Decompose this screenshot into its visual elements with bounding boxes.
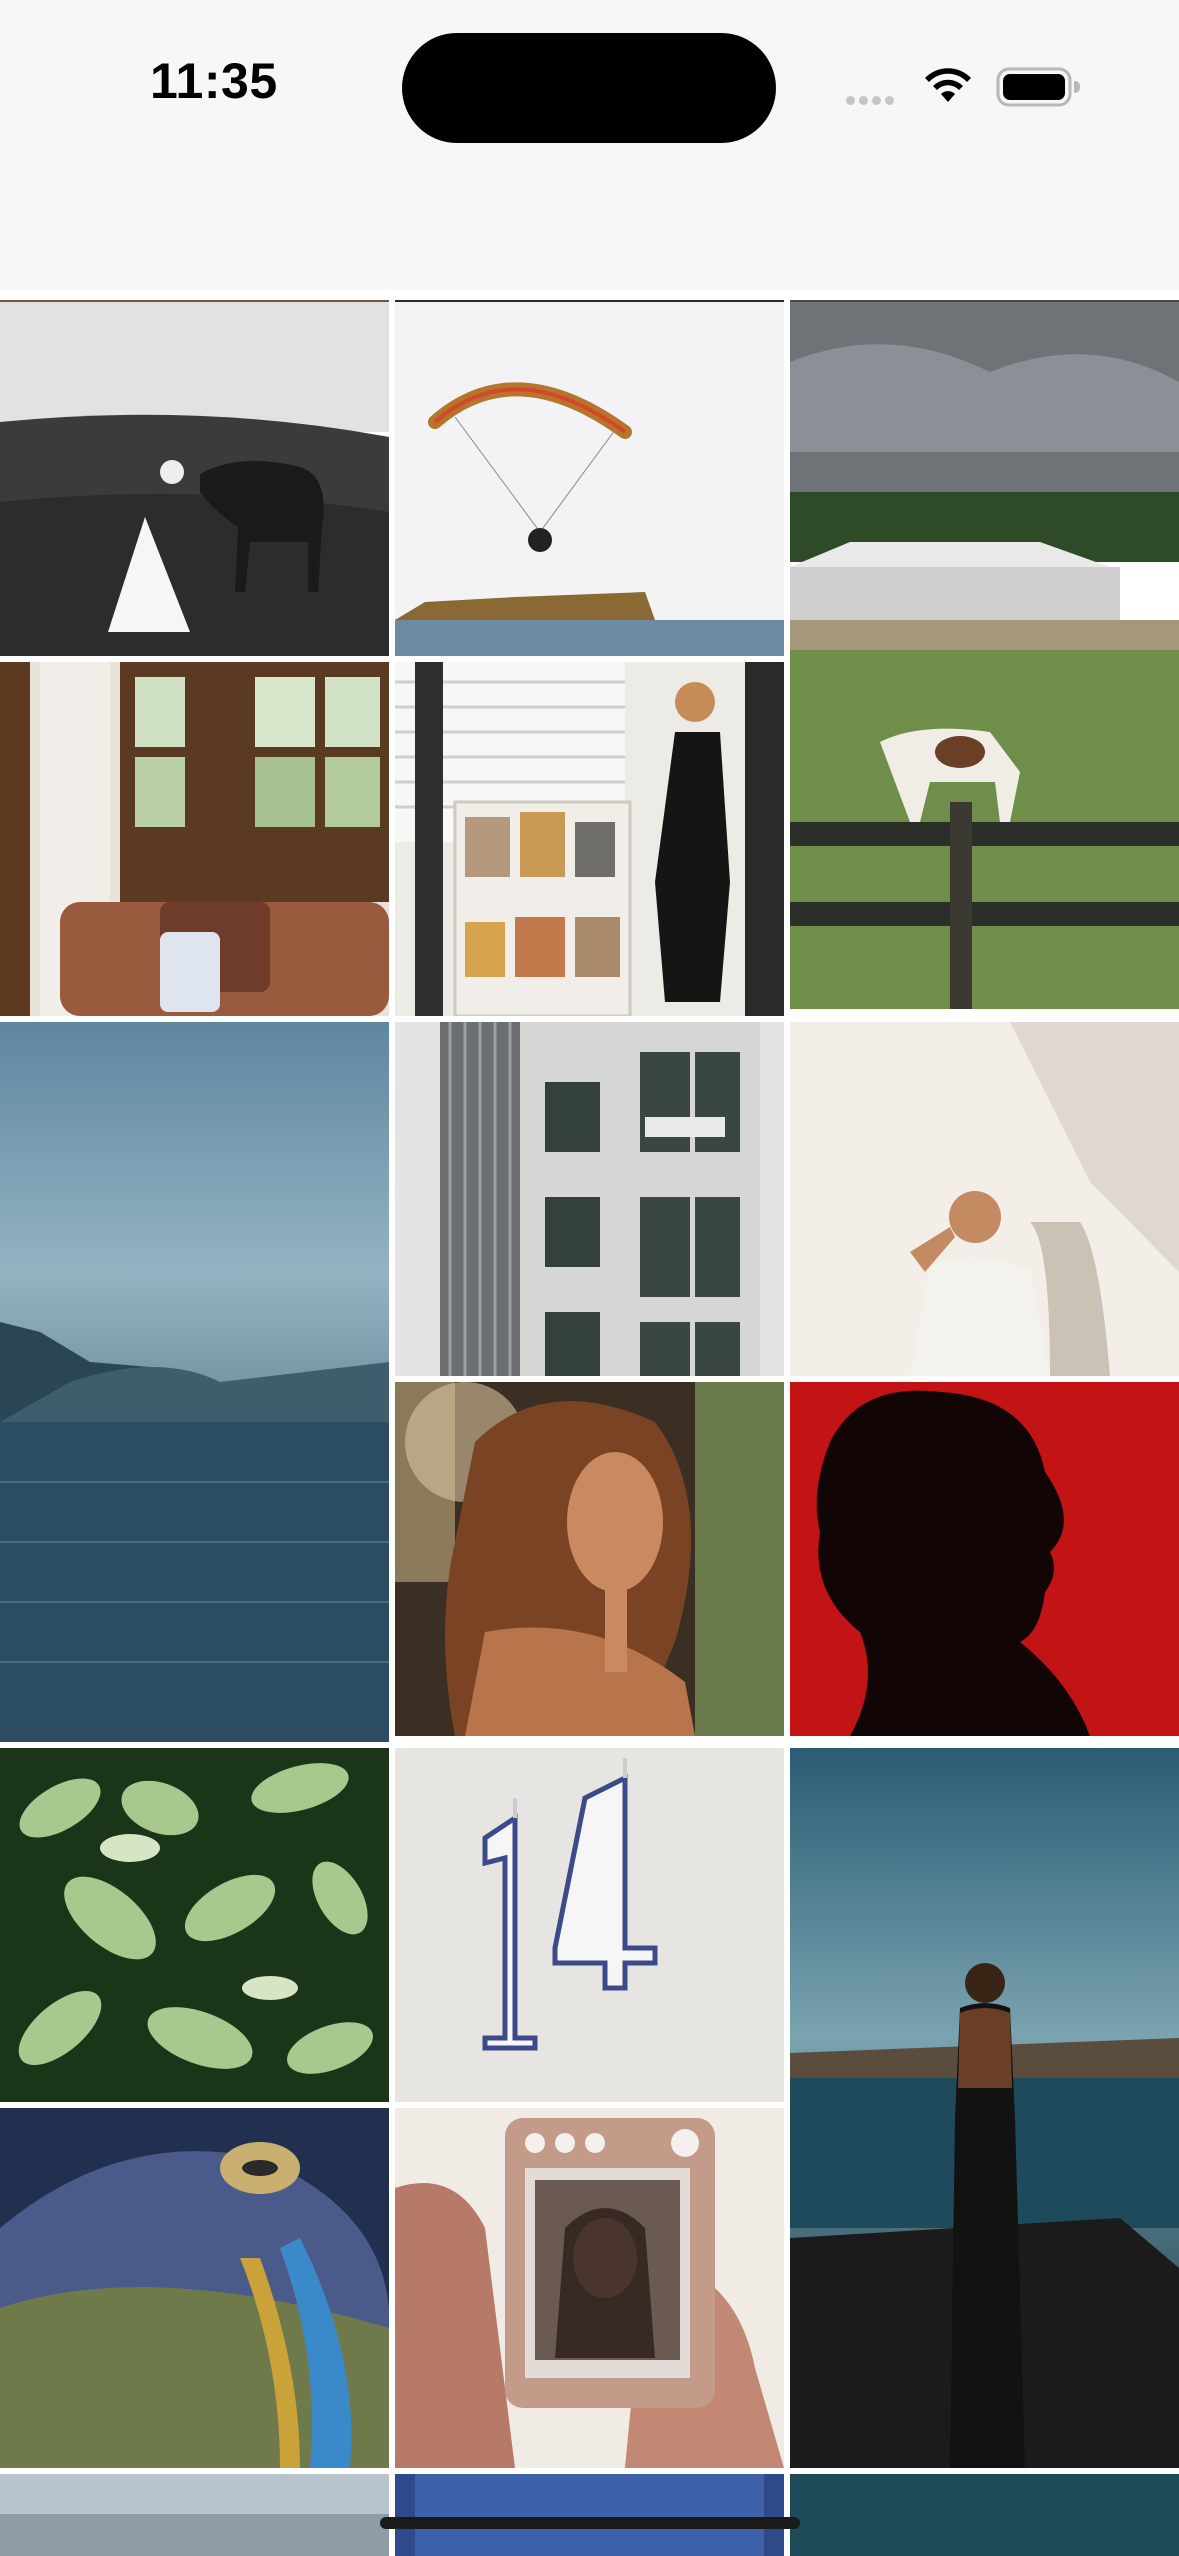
photo-silhouette-red[interactable] — [790, 1382, 1179, 1736]
status-time: 11:35 — [150, 53, 278, 109]
photo-number-candles[interactable] — [395, 1748, 784, 2102]
photo-partial-next-row-2[interactable] — [395, 2474, 784, 2556]
photo-woman-curly-hair[interactable] — [395, 1382, 784, 1736]
photo-misty-lake[interactable] — [0, 1022, 389, 1742]
photo-paraglider-over-sea[interactable] — [395, 302, 784, 656]
photo-window-interior[interactable] — [0, 662, 389, 1016]
photo-camera-in-hand[interactable] — [395, 2108, 784, 2468]
photo-octopus-closeup[interactable] — [0, 2108, 389, 2468]
battery-icon — [996, 66, 1082, 113]
photo-partial-next-row-1[interactable] — [0, 2474, 389, 2556]
photo-man-in-sunlight[interactable] — [790, 1022, 1179, 1376]
dynamic-island — [402, 33, 776, 143]
photo-partial-next-row-3[interactable] — [790, 2474, 1179, 2556]
wifi-icon — [922, 66, 974, 111]
photo-farm-with-horse[interactable] — [790, 302, 1179, 1009]
photo-green-plant[interactable] — [0, 1748, 389, 2102]
previous-row-edge — [0, 292, 1179, 305]
photo-office-building[interactable] — [395, 1022, 784, 1376]
status-bar: 11:35 — [0, 0, 1179, 290]
photo-woman-in-gallery[interactable] — [395, 662, 784, 1016]
photo-woman-by-water[interactable] — [790, 1748, 1179, 2468]
cellular-signal-icon — [846, 92, 898, 110]
home-indicator[interactable] — [380, 2517, 800, 2529]
photo-bride-with-horse[interactable] — [0, 302, 389, 656]
